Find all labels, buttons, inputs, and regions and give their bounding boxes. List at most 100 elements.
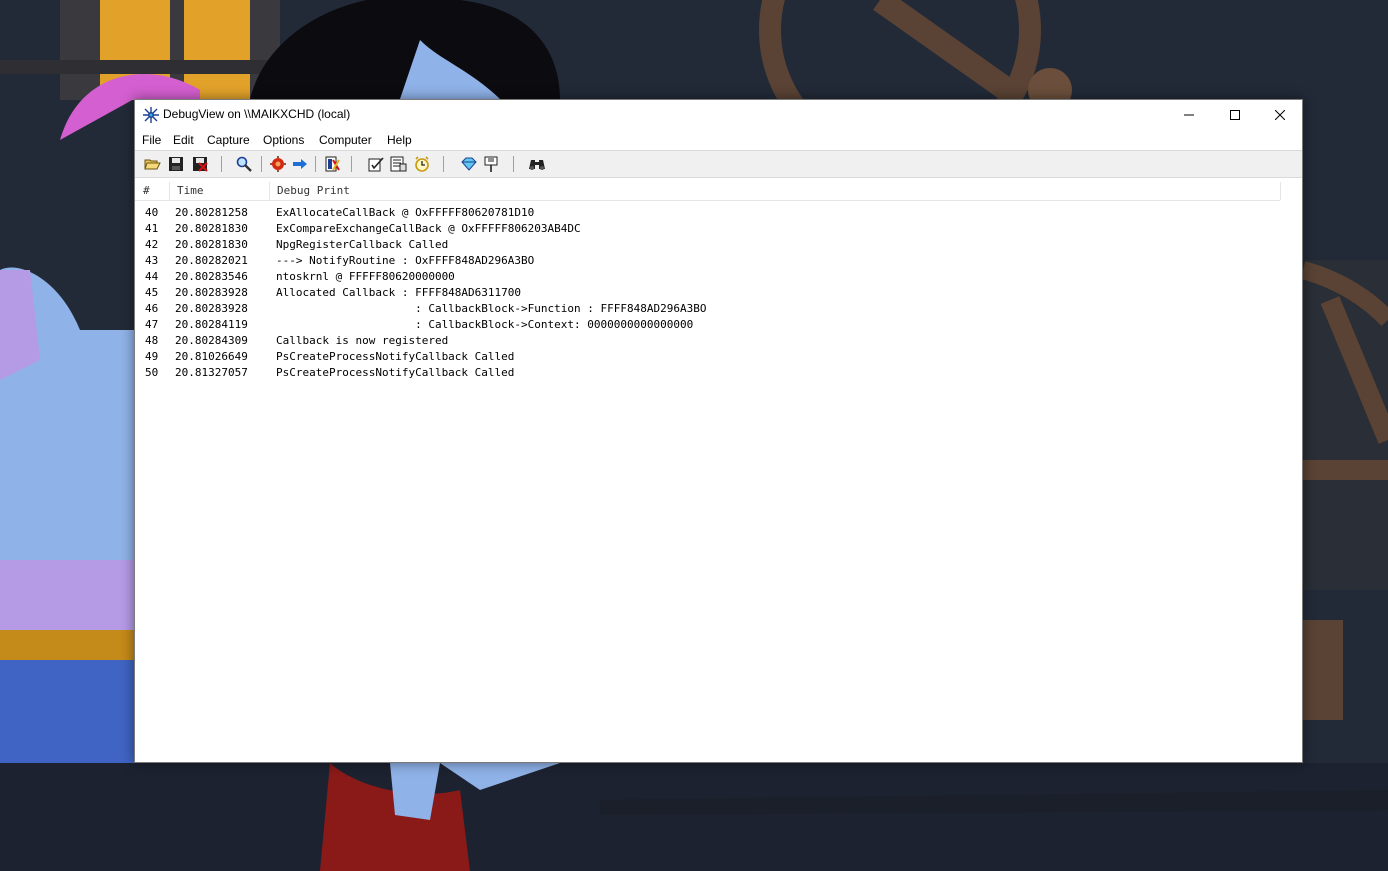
row-time: 20.80282021 bbox=[175, 254, 248, 267]
capture-icon bbox=[270, 156, 286, 172]
autoscroll-button[interactable] bbox=[291, 155, 309, 173]
row-message: NpgRegisterCallback Called bbox=[276, 238, 449, 251]
minimize-button[interactable] bbox=[1166, 100, 1212, 130]
row-time: 20.80284309 bbox=[175, 334, 248, 347]
toolbar bbox=[135, 150, 1302, 178]
row-time: 20.80281830 bbox=[175, 222, 248, 235]
row-number: 46 bbox=[145, 302, 159, 315]
row-time: 20.80281258 bbox=[175, 206, 248, 219]
toolbar-separator bbox=[315, 156, 316, 172]
debug-output-list[interactable]: # Time Debug Print 40 20.80281258 ExAllo… bbox=[135, 178, 1302, 762]
save-button[interactable] bbox=[167, 155, 185, 173]
open-button[interactable] bbox=[143, 155, 161, 173]
column-divider[interactable] bbox=[1280, 182, 1281, 200]
close-button[interactable] bbox=[1257, 100, 1303, 130]
row-message: : CallbackBlock->Context: 00000000000000… bbox=[276, 318, 694, 331]
toolbar-separator bbox=[513, 156, 514, 172]
row-message: : CallbackBlock->Function : FFFF848AD296… bbox=[276, 302, 707, 315]
menu-capture[interactable]: Capture bbox=[207, 133, 250, 147]
table-row[interactable]: 47 20.80284119 : CallbackBlock->Context:… bbox=[135, 318, 1280, 334]
binoculars-button[interactable] bbox=[528, 155, 546, 173]
table-row[interactable]: 45 20.80283928 Allocated Callback : FFFF… bbox=[135, 286, 1280, 302]
highlight-button[interactable] bbox=[367, 155, 385, 173]
row-time: 20.81026649 bbox=[175, 350, 248, 363]
capture-button[interactable] bbox=[269, 155, 287, 173]
column-header-time[interactable]: Time bbox=[177, 184, 204, 197]
diamond-button[interactable] bbox=[460, 155, 478, 173]
menu-file[interactable]: File bbox=[142, 133, 161, 147]
row-time: 20.80284119 bbox=[175, 318, 248, 331]
menu-options[interactable]: Options bbox=[263, 133, 304, 147]
clear-button[interactable] bbox=[323, 155, 341, 173]
row-number: 48 bbox=[145, 334, 159, 347]
close-icon bbox=[1275, 110, 1285, 120]
row-message: ---> NotifyRoutine : OxFFFF848AD296A3BO bbox=[276, 254, 535, 267]
column-header-debug-print[interactable]: Debug Print bbox=[277, 184, 350, 197]
save-icon bbox=[169, 157, 183, 171]
binoculars-icon bbox=[529, 160, 545, 170]
maximize-icon bbox=[1230, 110, 1240, 120]
find-button[interactable] bbox=[235, 155, 253, 173]
toolbar-separator bbox=[443, 156, 444, 172]
filter-button[interactable] bbox=[389, 155, 407, 173]
table-row[interactable]: 41 20.80281830 ExCompareExchangeCallBack… bbox=[135, 222, 1280, 238]
table-row[interactable]: 42 20.80281830 NpgRegisterCallback Calle… bbox=[135, 238, 1280, 254]
row-message: Callback is now registered bbox=[276, 334, 449, 347]
table-row[interactable]: 44 20.80283546 ntoskrnl @ FFFFF806200000… bbox=[135, 270, 1280, 286]
row-time: 20.80283928 bbox=[175, 302, 248, 315]
table-row[interactable]: 40 20.80281258 ExAllocateCallBack @ OxFF… bbox=[135, 206, 1280, 222]
row-message: PsCreateProcessNotifyCallback Called bbox=[276, 350, 515, 363]
row-time: 20.80281830 bbox=[175, 238, 248, 251]
row-message: PsCreateProcessNotifyCallback Called bbox=[276, 366, 515, 379]
clock-icon bbox=[415, 156, 429, 172]
diamond-icon bbox=[461, 157, 477, 171]
clear-icon bbox=[325, 156, 340, 172]
window-title: DebugView on \\MAIKXCHD (local) bbox=[163, 107, 351, 121]
row-number: 49 bbox=[145, 350, 159, 363]
column-header-number[interactable]: # bbox=[143, 184, 150, 197]
row-time: 20.80283928 bbox=[175, 286, 248, 299]
open-icon bbox=[144, 159, 161, 170]
row-number: 45 bbox=[145, 286, 159, 299]
debugview-window: DebugView on \\MAIKXCHD (local) File Edi… bbox=[134, 99, 1303, 763]
find-icon bbox=[236, 156, 252, 172]
table-row[interactable]: 46 20.80283928 : CallbackBlock->Function… bbox=[135, 302, 1280, 318]
row-number: 40 bbox=[145, 206, 159, 219]
menu-edit[interactable]: Edit bbox=[173, 133, 194, 147]
pin-icon bbox=[484, 156, 498, 172]
row-message: ntoskrnl @ FFFFF80620000000 bbox=[276, 270, 455, 283]
save-as-button[interactable] bbox=[191, 155, 209, 173]
table-row[interactable]: 48 20.80284309 Callback is now registere… bbox=[135, 334, 1280, 350]
table-row[interactable]: 43 20.80282021 ---> NotifyRoutine : OxFF… bbox=[135, 254, 1280, 270]
filter-icon bbox=[390, 156, 407, 172]
column-divider[interactable] bbox=[169, 182, 170, 200]
row-message: ExAllocateCallBack @ OxFFFFF80620781D10 bbox=[276, 206, 535, 219]
row-number: 42 bbox=[145, 238, 159, 251]
maximize-button[interactable] bbox=[1212, 100, 1258, 130]
menu-bar: File Edit Capture Options Computer Help bbox=[135, 130, 1302, 150]
toolbar-separator bbox=[351, 156, 352, 172]
column-divider[interactable] bbox=[269, 182, 270, 200]
pin-button[interactable] bbox=[482, 155, 500, 173]
clock-button[interactable] bbox=[413, 155, 431, 173]
row-message: ExCompareExchangeCallBack @ OxFFFFF80620… bbox=[276, 222, 581, 235]
table-row[interactable]: 49 20.81026649 PsCreateProcessNotifyCall… bbox=[135, 350, 1280, 366]
row-number: 41 bbox=[145, 222, 159, 235]
table-row[interactable]: 50 20.81327057 PsCreateProcessNotifyCall… bbox=[135, 366, 1280, 382]
row-time: 20.80283546 bbox=[175, 270, 248, 283]
row-message: Allocated Callback : FFFF848AD6311700 bbox=[276, 286, 522, 299]
minimize-icon bbox=[1184, 114, 1194, 116]
row-number: 50 bbox=[145, 366, 159, 379]
row-number: 43 bbox=[145, 254, 159, 267]
row-number: 47 bbox=[145, 318, 159, 331]
title-bar[interactable]: DebugView on \\MAIKXCHD (local) bbox=[135, 100, 1302, 130]
toolbar-separator bbox=[261, 156, 262, 172]
save-red-icon bbox=[193, 157, 208, 172]
toolbar-separator bbox=[221, 156, 222, 172]
highlight-icon bbox=[368, 157, 384, 172]
menu-help[interactable]: Help bbox=[387, 133, 412, 147]
menu-computer[interactable]: Computer bbox=[319, 133, 372, 147]
debugview-app-icon bbox=[143, 107, 159, 123]
row-number: 44 bbox=[145, 270, 159, 283]
list-header: # Time Debug Print bbox=[135, 182, 1281, 201]
